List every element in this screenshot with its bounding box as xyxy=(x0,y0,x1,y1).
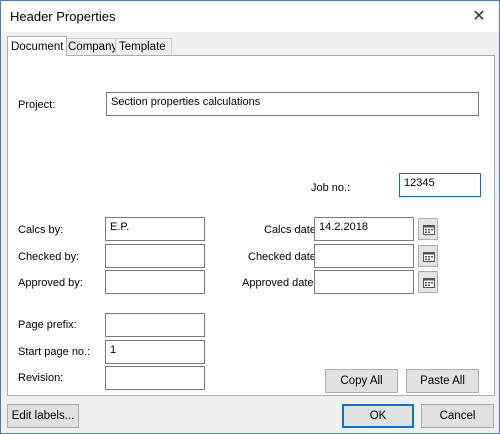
window-title: Header Properties xyxy=(10,9,116,24)
document-tab-panel: Project: Section properties calculations… xyxy=(7,55,495,396)
approved-date-picker-button[interactable] xyxy=(418,271,438,293)
approved-by-label: Approved by: xyxy=(18,277,83,289)
start-page-no-field[interactable]: 1 xyxy=(105,340,205,364)
calcs-date-picker-button[interactable] xyxy=(418,218,438,240)
calcs-date-field[interactable]: 14.2.2018 xyxy=(314,217,414,241)
approved-by-field[interactable] xyxy=(105,270,205,294)
calcs-date-label: Calcs date: xyxy=(264,224,320,236)
page-prefix-label: Page prefix: xyxy=(18,319,77,331)
calendar-icon xyxy=(423,225,435,235)
calcs-by-field[interactable]: E.P. xyxy=(105,217,205,241)
approved-date-label: Approved date: xyxy=(242,277,317,289)
edit-labels-button[interactable]: Edit labels... xyxy=(7,404,79,428)
revision-field[interactable] xyxy=(105,366,205,390)
ok-button[interactable]: OK xyxy=(342,404,414,428)
calendar-icon xyxy=(423,252,435,262)
checked-by-label: Checked by: xyxy=(18,251,80,263)
tab-company[interactable]: Company xyxy=(64,38,118,55)
page-prefix-field[interactable] xyxy=(105,313,205,337)
title-bar: Header Properties ✕ xyxy=(1,1,499,32)
checked-date-label: Checked date: xyxy=(248,251,319,263)
start-page-no-label: Start page no.: xyxy=(18,346,91,358)
header-properties-dialog: Header Properties ✕ Document Company Tem… xyxy=(0,0,500,434)
project-field[interactable]: Section properties calculations xyxy=(106,92,479,116)
close-icon[interactable]: ✕ xyxy=(459,1,499,32)
copy-all-button[interactable]: Copy All xyxy=(325,369,398,393)
tab-document[interactable]: Document xyxy=(7,36,67,56)
approved-date-field[interactable] xyxy=(314,270,414,294)
checked-by-field[interactable] xyxy=(105,244,205,268)
calcs-by-label: Calcs by: xyxy=(18,224,64,236)
project-label: Project: xyxy=(18,99,56,111)
calendar-icon xyxy=(423,278,435,288)
revision-label: Revision: xyxy=(18,372,64,384)
job-no-field[interactable]: 12345 xyxy=(399,173,481,197)
cancel-button[interactable]: Cancel xyxy=(421,404,494,428)
checked-date-field[interactable] xyxy=(314,244,414,268)
paste-all-button[interactable]: Paste All xyxy=(406,369,479,393)
tab-template[interactable]: Template xyxy=(115,38,172,55)
checked-date-picker-button[interactable] xyxy=(418,245,438,267)
job-no-label: Job no.: xyxy=(311,182,351,194)
